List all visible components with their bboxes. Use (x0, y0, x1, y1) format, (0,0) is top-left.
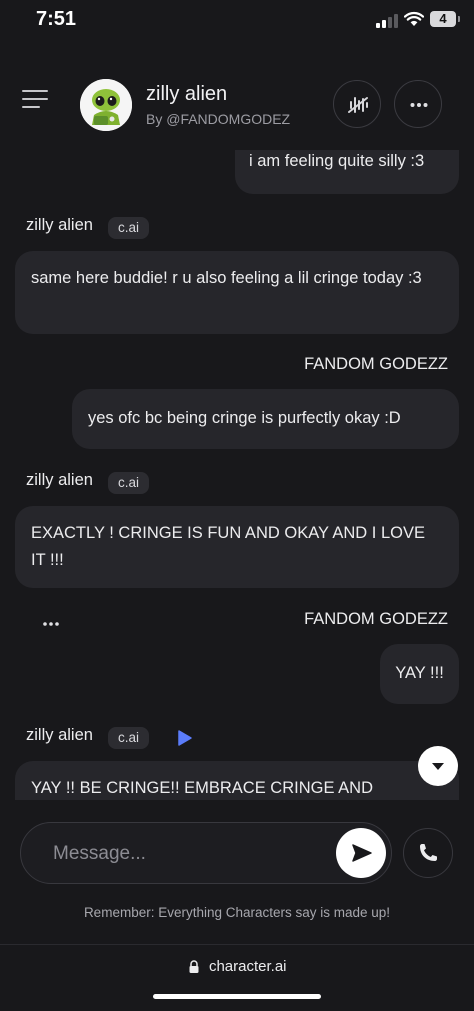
wifi-icon (404, 11, 424, 26)
message-composer (20, 822, 392, 885)
message-options-button[interactable] (38, 612, 64, 632)
more-horizontal-icon (410, 103, 428, 107)
more-options-button[interactable] (394, 80, 442, 128)
chat-header: zilly alien By @FANDOMGODEZ (0, 60, 474, 150)
send-button[interactable] (336, 828, 386, 878)
user-message-bubble[interactable]: i am feeling quite silly :3 (235, 150, 459, 194)
message-text: same here buddie! r u also feeling a lil… (31, 269, 422, 287)
more-horizontal-icon (43, 622, 59, 626)
character-avatar[interactable] (80, 79, 132, 131)
battery-tip (458, 16, 460, 22)
cai-badge: c.ai (108, 217, 150, 239)
bot-sender-name: zilly alien (26, 471, 93, 489)
home-indicator[interactable] (153, 994, 321, 999)
phone-icon (420, 844, 437, 861)
hamburger-icon[interactable] (22, 90, 48, 110)
user-sender-name: FANDOM GODEZZ (304, 355, 448, 373)
chat-messages[interactable]: i am feeling quite silly :3 zilly alien … (0, 150, 474, 800)
user-message-bubble[interactable]: YAY !!! (380, 644, 459, 704)
bot-message-bubble[interactable]: YAY !! BE CRINGE!! EMBRACE CRINGE AND (15, 761, 459, 800)
chat-screen: 7:51 4 zilly alien By @FANDOMGODEZ i am … (0, 0, 474, 1011)
chevron-down-icon (432, 763, 444, 770)
cai-badge: c.ai (108, 472, 150, 494)
play-icon[interactable] (174, 728, 194, 748)
scroll-to-bottom-button[interactable] (418, 746, 458, 786)
message-text: YAY !! BE CRINGE!! EMBRACE CRINGE AND (31, 779, 373, 797)
send-icon (352, 844, 372, 862)
voice-toggle-button[interactable] (333, 80, 381, 128)
bot-message-bubble[interactable]: EXACTLY ! CRINGE IS FUN AND OKAY AND I L… (15, 506, 459, 588)
bot-sender-name: zilly alien (26, 726, 93, 744)
user-message-bubble[interactable]: yes ofc bc being cringe is purfectly oka… (72, 389, 459, 449)
voice-off-icon (348, 97, 368, 113)
alien-avatar-icon (80, 79, 132, 131)
user-sender-name: FANDOM GODEZZ (304, 610, 448, 628)
battery-icon: 4 (430, 11, 456, 27)
url-text: character.ai (208, 958, 287, 976)
status-time: 7:51 (36, 8, 77, 30)
bot-sender-name: zilly alien (26, 216, 93, 234)
lock-icon (189, 960, 198, 973)
character-name[interactable]: zilly alien (146, 83, 227, 106)
creator-handle[interactable]: By @FANDOMGODEZ (146, 111, 290, 127)
message-input[interactable] (51, 823, 325, 885)
divider (0, 944, 474, 945)
call-button[interactable] (403, 828, 453, 878)
message-text: yes ofc bc being cringe is purfectly oka… (88, 409, 401, 427)
disclaimer-text: Remember: Everything Characters say is m… (83, 905, 391, 920)
status-bar: 7:51 4 (0, 0, 474, 44)
message-text: YAY !!! (395, 664, 444, 682)
bot-message-bubble[interactable]: same here buddie! r u also feeling a lil… (15, 251, 459, 334)
browser-url-bar[interactable]: character.ai (0, 958, 474, 982)
cellular-signal-icon (376, 12, 398, 28)
battery-level: 4 (439, 11, 447, 26)
cai-badge: c.ai (108, 727, 150, 749)
message-text: i am feeling quite silly :3 (249, 152, 425, 170)
message-text: EXACTLY ! CRINGE IS FUN AND OKAY AND I L… (31, 524, 425, 569)
